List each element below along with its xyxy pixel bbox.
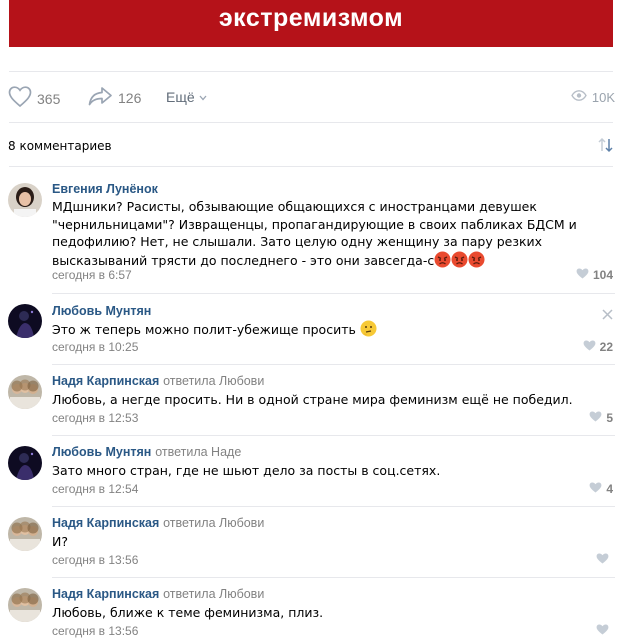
angry-face-icon: [468, 251, 485, 273]
comment-text: И?: [52, 534, 68, 549]
more-button[interactable]: Ещё: [166, 89, 207, 105]
reply-to-link[interactable]: ответила Наде: [155, 445, 241, 459]
comment-text: Любовь, а негде просить. Ни в одной стра…: [52, 392, 573, 407]
comment-separator: [52, 435, 615, 436]
post-actions-bar: 365 126 Ещё 10K: [0, 82, 635, 112]
comment-text: МДшники? Расисты, обзывающие общающихся …: [52, 198, 592, 272]
comment-timestamp[interactable]: сегодня в 6:57: [52, 268, 132, 282]
views-count: 10K: [591, 90, 615, 105]
more-label: Ещё: [166, 89, 195, 105]
share-button[interactable]: 126: [88, 86, 141, 110]
comment-like-button[interactable]: [596, 624, 613, 638]
avatar[interactable]: [8, 588, 42, 622]
heart-icon: [589, 482, 602, 496]
comment-author-link[interactable]: Надя Карпинская: [52, 374, 159, 388]
chevron-down-icon: [199, 90, 207, 105]
comments-count-header: 8 комментариев: [8, 139, 112, 153]
comment-timestamp[interactable]: сегодня в 10:25: [52, 340, 138, 354]
avatar[interactable]: [8, 183, 42, 217]
close-icon[interactable]: [602, 305, 613, 324]
heart-icon: [596, 624, 609, 638]
divider: [9, 166, 613, 167]
comment-like-button[interactable]: [596, 553, 613, 567]
comment-like-count: 5: [606, 411, 613, 425]
comment-text: Это ж теперь можно полит-убежище просить: [52, 320, 592, 342]
comment-like-count: 4: [606, 482, 613, 496]
comment-author-link[interactable]: Евгения Лунёнок: [52, 182, 158, 196]
views-counter: 10K: [571, 90, 615, 105]
comment-timestamp[interactable]: сегодня в 13:56: [52, 624, 138, 638]
reply-to-link[interactable]: ответила Любови: [163, 516, 264, 530]
comment-author-link[interactable]: Надя Карпинская: [52, 516, 159, 530]
comment-author-link[interactable]: Надя Карпинская: [52, 587, 159, 601]
comment-separator: [52, 577, 615, 578]
share-arrow-icon: [88, 86, 113, 110]
heart-icon: [589, 411, 602, 425]
eye-icon: [571, 90, 587, 105]
reply-to-link[interactable]: ответила Любови: [163, 374, 264, 388]
comment-text: Любовь, ближе к теме феминизма, плиз.: [52, 605, 324, 620]
comment-text: Зато много стран, где не шьют дело за по…: [52, 463, 441, 478]
divider: [9, 71, 613, 72]
comment-author-link[interactable]: Любовь Мунтян: [52, 445, 151, 459]
comment-timestamp[interactable]: сегодня в 12:53: [52, 411, 138, 425]
banner-text: экстремизмом: [218, 4, 404, 32]
comment-separator: [52, 364, 615, 365]
comment-timestamp[interactable]: сегодня в 13:56: [52, 553, 138, 567]
sort-order-icon[interactable]: [597, 137, 615, 157]
angry-face-icon: [434, 251, 451, 273]
comment-like-button[interactable]: 5: [589, 411, 613, 425]
post-image-banner[interactable]: экстремизмом: [9, 0, 613, 47]
angry-face-icon: [451, 251, 468, 273]
divider: [9, 122, 613, 123]
like-button[interactable]: 365: [8, 86, 60, 111]
comment-separator: [52, 293, 615, 294]
comment-like-count: 22: [599, 340, 613, 354]
thinking-face-icon: [360, 320, 377, 342]
comment-like-count: 104: [592, 268, 613, 282]
share-count: 126: [118, 90, 142, 106]
like-count: 365: [37, 90, 61, 107]
heart-icon: [596, 553, 609, 567]
comment-timestamp[interactable]: сегодня в 12:54: [52, 482, 138, 496]
avatar[interactable]: [8, 517, 42, 551]
comment-like-button[interactable]: 22: [583, 340, 613, 354]
heart-icon: [583, 340, 596, 354]
comment-author-link[interactable]: Любовь Мунтян: [52, 304, 151, 318]
comment-separator: [52, 506, 615, 507]
avatar[interactable]: [8, 304, 42, 338]
heart-icon: [576, 268, 589, 282]
avatar[interactable]: [8, 446, 42, 480]
reply-to-link[interactable]: ответила Любови: [163, 587, 264, 601]
comment-like-button[interactable]: 4: [589, 482, 613, 496]
avatar[interactable]: [8, 375, 42, 409]
heart-icon: [8, 86, 32, 111]
comment-like-button[interactable]: 104: [576, 268, 613, 282]
